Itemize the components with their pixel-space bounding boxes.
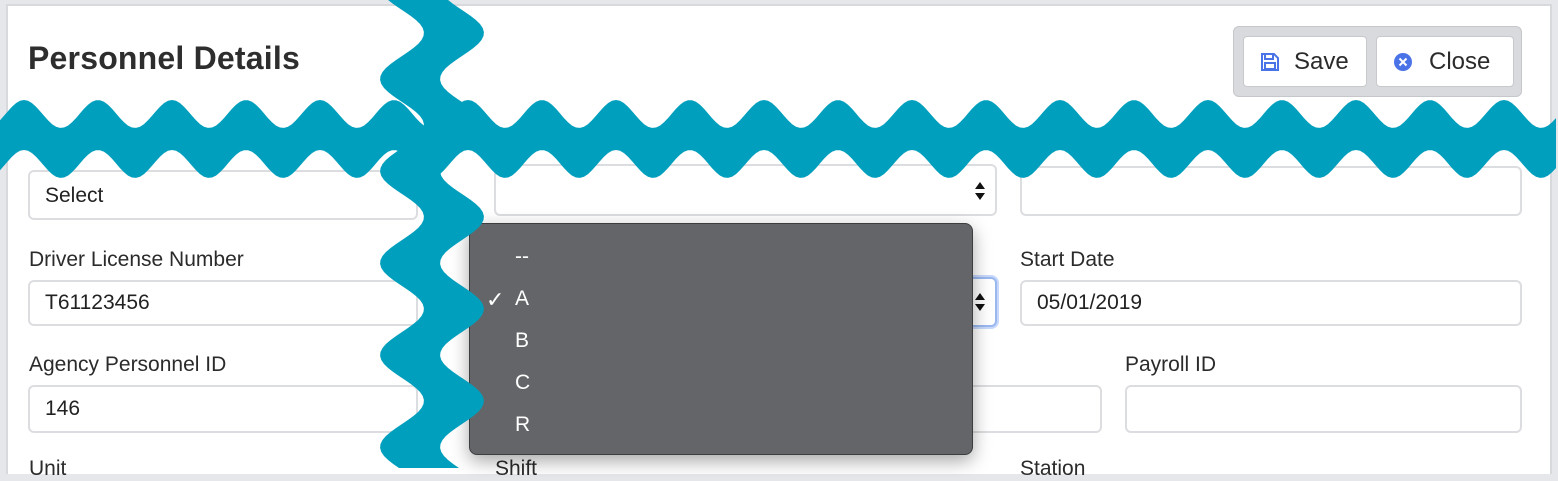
close-button-label: Close (1429, 48, 1491, 75)
dropdown-option-label: R (515, 413, 531, 436)
agency-personnel-id-field[interactable]: 146 (28, 385, 418, 433)
dropdown-option-label: A (515, 287, 530, 310)
close-button[interactable]: Close (1376, 36, 1514, 87)
payroll-id-label: Payroll ID (1125, 353, 1217, 376)
dropdown-option[interactable]: B (470, 320, 972, 362)
start-date-value: 05/01/2019 (1037, 291, 1143, 314)
save-icon (1260, 51, 1280, 79)
select-arrows-icon (974, 291, 986, 319)
save-button-label: Save (1294, 48, 1349, 75)
page-title: Personnel Details (28, 40, 300, 76)
dropdown-option-label: B (515, 329, 530, 352)
row1-select-value: Select (45, 184, 104, 207)
agency-personnel-id-value: 146 (45, 397, 81, 420)
select-arrows-icon (974, 180, 986, 208)
dropdown-option-label: C (515, 371, 531, 394)
agency-personnel-id-label: Agency Personnel ID (29, 353, 227, 376)
shift-dropdown-menu: -- ✓ A B C R (469, 223, 973, 455)
station-label: Station (1020, 457, 1086, 480)
dropdown-option-selected[interactable]: ✓ A (470, 278, 972, 320)
dropdown-option[interactable]: -- (470, 236, 972, 278)
close-icon (1393, 51, 1413, 79)
dropdown-option[interactable]: R (470, 404, 972, 446)
checkmark-icon: ✓ (486, 287, 505, 312)
unit-label: Unit (29, 457, 67, 480)
driver-license-field[interactable]: T61123456 (28, 280, 418, 326)
row1-select-left[interactable]: Select (28, 170, 418, 220)
row1-input-right[interactable] (1020, 166, 1522, 216)
driver-license-label: Driver License Number (29, 248, 244, 271)
dropdown-option-label: -- (515, 245, 529, 268)
action-button-group: Save Close (1233, 26, 1522, 97)
payroll-id-field[interactable] (1125, 385, 1522, 433)
start-date-label: Start Date (1020, 248, 1115, 271)
shift-label: Shift (495, 457, 538, 480)
save-button[interactable]: Save (1243, 36, 1367, 87)
driver-license-value: T61123456 (45, 291, 150, 314)
dropdown-option[interactable]: C (470, 362, 972, 404)
row1-select-middle[interactable] (494, 164, 997, 216)
start-date-field[interactable]: 05/01/2019 (1020, 280, 1522, 326)
